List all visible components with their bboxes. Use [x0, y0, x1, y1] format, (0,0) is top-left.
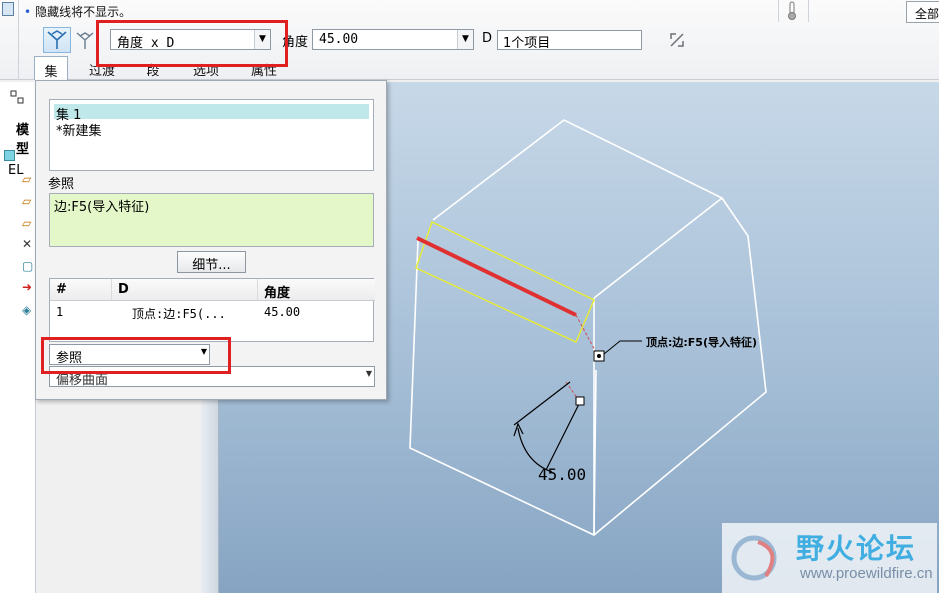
dimension-table: # D 角度 1 顶点:边:F5(... 45.00: [49, 278, 375, 342]
chevron-down-icon: ▼: [200, 347, 207, 356]
annotation-leader: [603, 340, 642, 355]
offset-surface-select[interactable]: 偏移曲面 ▼: [49, 366, 375, 388]
table-cell: 顶点:边:F5(...: [132, 307, 226, 321]
vertex-annotation: 顶点:边:F5(导入特征): [646, 336, 758, 349]
sets-panel: 集 1 *新建集 参照 边:F5(导入特征) 细节... # D 角度 1 顶点…: [35, 80, 387, 400]
watermark-title: 野火论坛: [796, 532, 917, 565]
dimension-handle: [575, 396, 585, 406]
reference-item[interactable]: 边:F5(导入特征): [54, 200, 149, 215]
details-button[interactable]: 细节...: [177, 251, 246, 273]
chevron-down-icon: ▼: [365, 369, 372, 378]
table-header: D: [112, 279, 258, 301]
reference-type-value: 参照: [56, 351, 83, 366]
reference-type-select[interactable]: 参照 ▼: [49, 344, 210, 366]
part-wireframe: [409, 119, 767, 536]
set-item[interactable]: 集 1: [54, 104, 369, 123]
references-label: 参照: [48, 177, 75, 192]
angle-dimension-value[interactable]: 45.00: [538, 465, 586, 484]
references-collector[interactable]: 边:F5(导入特征): [49, 193, 374, 247]
table-cell: 1: [56, 305, 64, 319]
table-cell[interactable]: 45.00: [264, 305, 300, 319]
table-header: 角度: [258, 279, 375, 301]
new-set-item[interactable]: *新建集: [54, 120, 102, 139]
selected-edge: [416, 236, 577, 317]
vertex-dot: [597, 354, 601, 358]
watermark-url: www.proewildfire.cn: [800, 565, 933, 582]
angle-dimension: [513, 381, 581, 473]
table-header: #: [50, 279, 112, 301]
forum-logo-icon: [731, 535, 777, 581]
offset-surface-value: 偏移曲面: [56, 373, 109, 388]
sets-list: 集 1 *新建集: [49, 99, 374, 171]
